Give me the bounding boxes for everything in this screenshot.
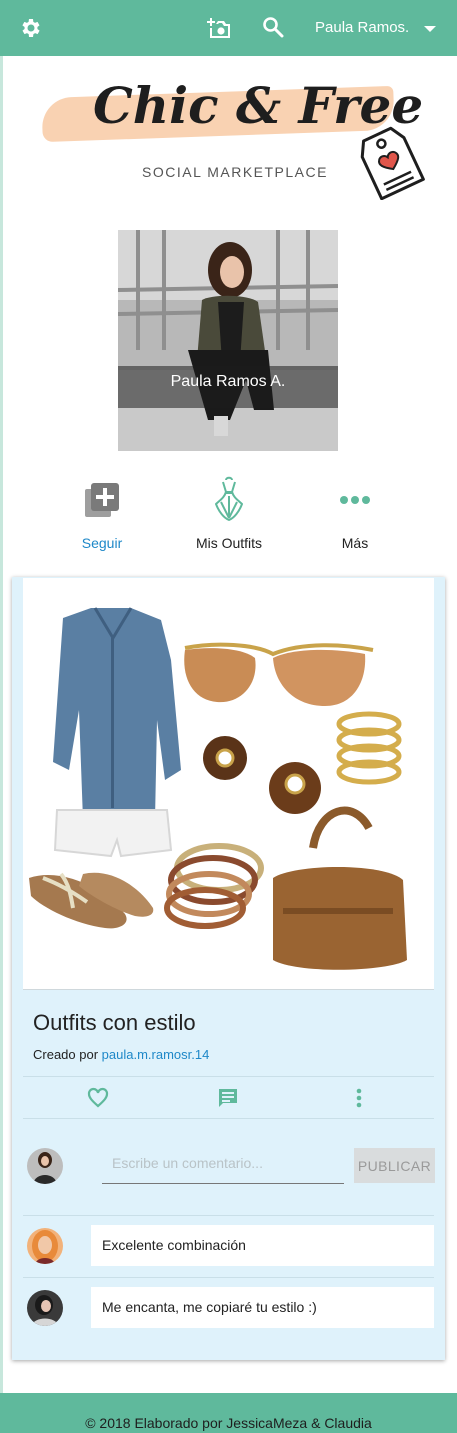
profile-name: Paula Ramos A. <box>170 373 286 390</box>
divider <box>23 1118 434 1119</box>
my-outfits-button[interactable]: Mis Outfits <box>180 476 278 555</box>
more-dots-icon <box>340 496 370 504</box>
image-divider <box>23 989 434 990</box>
divider <box>23 1076 434 1077</box>
caret-down-icon[interactable] <box>423 24 437 34</box>
post-title: Outfits con estilo <box>33 1010 196 1035</box>
comment-item: Me encanta, me copiaré tu estilo :) <box>23 1277 434 1339</box>
gear-icon[interactable] <box>18 16 42 40</box>
commenter-avatar <box>27 1228 63 1264</box>
comment-item: Excelente combinación <box>23 1215 434 1277</box>
more-vertical-icon[interactable] <box>352 1087 366 1109</box>
post-author-line: Creado por paula.m.ramosr.14 <box>33 1047 209 1062</box>
add-box-icon <box>85 483 119 517</box>
follow-label: Seguir <box>81 535 123 551</box>
outfit-collage <box>29 607 407 970</box>
profile-picture <box>118 230 338 451</box>
add-photo-icon[interactable] <box>206 16 232 40</box>
page-left-border <box>0 56 3 1396</box>
dress-icon <box>215 476 243 521</box>
footer-text: © 2018 Elaborado por JessicaMeza & Claud… <box>85 1415 372 1431</box>
outfit-post-card: Outfits con estilo Creado por paula.m.ra… <box>12 577 445 1360</box>
follow-button[interactable]: Seguir <box>62 480 142 555</box>
logo-subtitle: SOCIAL MARKETPLACE <box>142 164 328 180</box>
comment-icon[interactable] <box>217 1087 239 1109</box>
my-outfits-label: Mis Outfits <box>195 535 263 551</box>
commenter-avatar <box>27 1290 63 1326</box>
profile-photo[interactable]: Paula Ramos A. <box>118 230 338 451</box>
author-link[interactable]: paula.m.ramosr.14 <box>102 1047 210 1062</box>
created-by-label: Creado por <box>33 1047 99 1062</box>
comment-text: Excelente combinación <box>91 1225 434 1266</box>
comment-text: Me encanta, me copiaré tu estilo :) <box>91 1287 434 1328</box>
search-icon[interactable] <box>262 16 284 38</box>
comment-input[interactable] <box>102 1142 344 1184</box>
footer: © 2018 Elaborado por JessicaMeza & Claud… <box>0 1393 457 1433</box>
brand-logo: Chic & Free SOCIAL MARKETPLACE <box>38 72 428 202</box>
more-label: Más <box>341 535 369 551</box>
publish-button[interactable]: PUBLICAR <box>354 1148 435 1183</box>
user-menu-name[interactable]: Paula Ramos. <box>315 19 409 36</box>
top-bar: Paula Ramos. <box>0 0 457 56</box>
current-user-avatar <box>27 1148 63 1184</box>
more-button[interactable]: Más <box>320 490 390 555</box>
outfit-image[interactable] <box>23 578 434 989</box>
heart-icon[interactable] <box>87 1087 109 1109</box>
price-tag-heart-icon <box>360 126 425 200</box>
